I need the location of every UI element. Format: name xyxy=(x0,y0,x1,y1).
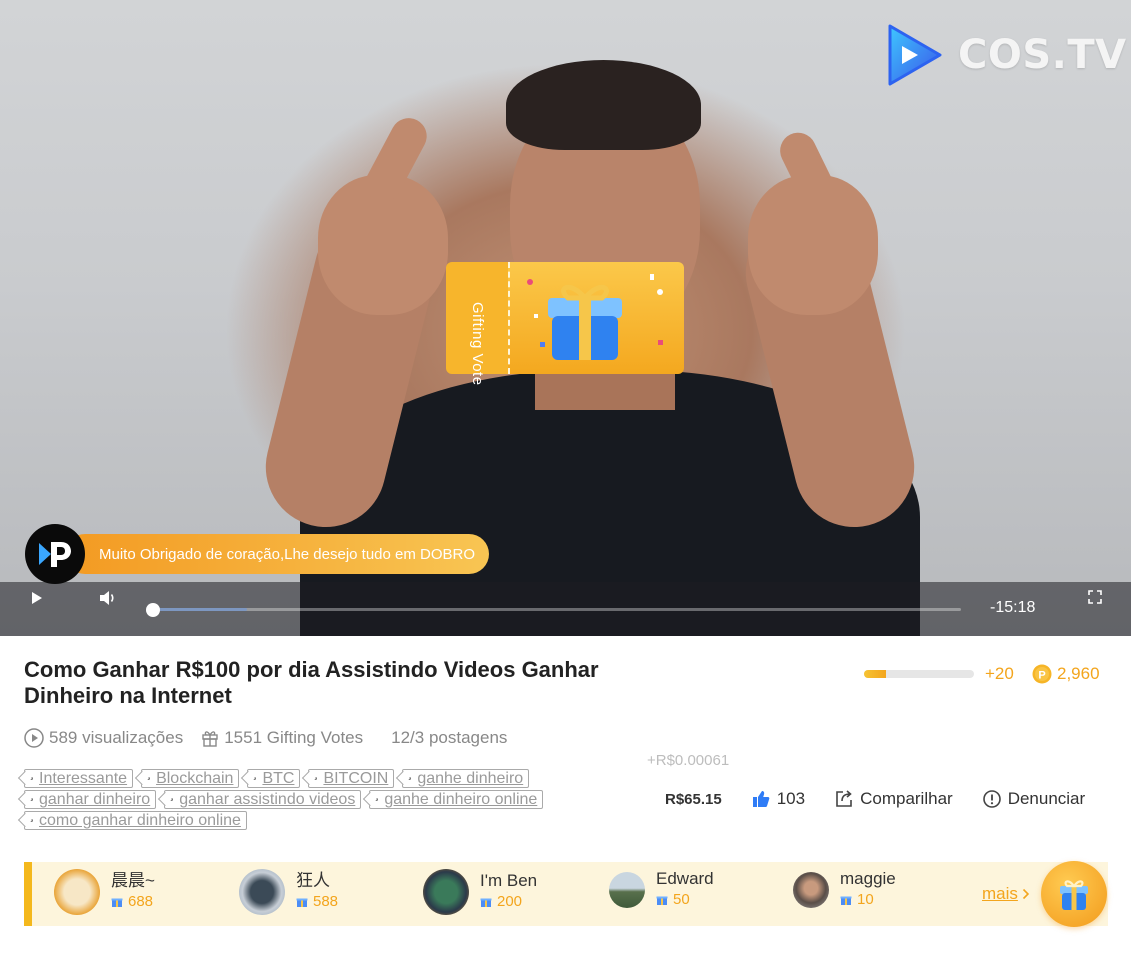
gifting-vote-ticket[interactable]: Gifting Vote xyxy=(446,262,684,386)
level-progress-fill xyxy=(864,670,886,678)
gifter-item[interactable]: Edward 50 xyxy=(609,869,714,911)
progress-handle[interactable] xyxy=(146,603,160,617)
fullscreen-icon[interactable] xyxy=(1088,590,1102,604)
svg-text:P: P xyxy=(1038,670,1045,682)
notification-avatar xyxy=(25,524,85,584)
gifter-name: 晨晨~ xyxy=(111,871,155,890)
gifter-count: 10 xyxy=(857,891,874,908)
p-logo-icon xyxy=(39,542,71,567)
video-value: R$65.15 xyxy=(665,790,722,808)
small-gift-icon xyxy=(656,896,668,905)
gifter-item[interactable]: I'm Ben 200 xyxy=(423,869,537,915)
volume-icon[interactable] xyxy=(99,590,117,606)
earnings-amount: +R$0.00061 xyxy=(647,752,730,769)
avatar xyxy=(239,869,285,915)
like-button[interactable]: 103 xyxy=(752,789,805,809)
top-gifters-strip: 晨晨~ 688 狂人 588 I'm Ben 200 Edward 50 mag… xyxy=(24,862,1108,926)
small-gift-icon xyxy=(111,898,123,907)
points-plus: +20 xyxy=(985,664,1014,683)
share-label: Comparilhar xyxy=(860,789,953,808)
video-player[interactable]: COS.TV Gifting Vote Muito Obrigado de co… xyxy=(0,0,1131,636)
views-stat: 589 visualizações xyxy=(24,728,183,748)
progress-bar[interactable] xyxy=(146,603,961,617)
time-remaining: -15:18 xyxy=(990,599,1036,616)
player-controls: -15:18 xyxy=(0,582,1131,636)
coin-icon: P xyxy=(1032,664,1052,684)
gifter-count: 688 xyxy=(128,893,154,910)
play-circle-icon xyxy=(24,728,44,748)
tag[interactable]: BITCOIN xyxy=(308,769,395,788)
report-button[interactable]: Denunciar xyxy=(982,789,1086,809)
notification-message: Muito Obrigado de coração,Lhe desejo tud… xyxy=(65,534,490,574)
tag[interactable]: ganhe dinheiro xyxy=(402,769,530,788)
avatar xyxy=(609,872,645,908)
gifter-item[interactable]: 狂人 588 xyxy=(239,869,338,915)
video-actions: R$65.15 103 Comparilhar Denunciar xyxy=(665,789,1085,809)
play-icon[interactable] xyxy=(28,590,44,606)
gifter-item[interactable]: 晨晨~ 688 xyxy=(54,869,155,915)
tag[interactable]: ganhe dinheiro online xyxy=(369,790,544,809)
posted-date: 12/3 postagens xyxy=(391,728,508,747)
tag[interactable]: como ganhar dinheiro online xyxy=(24,811,247,830)
tag[interactable]: ganhar assistindo videos xyxy=(164,790,362,809)
tag[interactable]: Interessante xyxy=(24,769,134,788)
ticket-label: Gifting Vote xyxy=(469,302,486,386)
small-gift-icon xyxy=(480,898,492,907)
progress-buffered xyxy=(150,608,248,611)
gifting-votes-stat: 1551 Gifting Votes xyxy=(201,728,363,748)
gifter-name: I'm Ben xyxy=(480,871,538,890)
more-gifters-link[interactable]: mais xyxy=(982,884,1030,904)
brand-name: COS.TV xyxy=(958,32,1127,78)
brand-logo: COS.TV xyxy=(884,22,1127,88)
share-button[interactable]: Comparilhar xyxy=(835,789,953,809)
avatar xyxy=(423,869,469,915)
thumbs-up-icon xyxy=(752,791,770,807)
report-label: Denunciar xyxy=(1007,789,1086,808)
tag[interactable]: BTC xyxy=(247,769,301,788)
tag[interactable]: Blockchain xyxy=(141,769,240,788)
alert-circle-icon xyxy=(982,790,1001,808)
gift-icon xyxy=(202,731,218,747)
like-count: 103 xyxy=(776,789,806,808)
gift-notification: Muito Obrigado de coração,Lhe desejo tud… xyxy=(25,524,490,584)
small-gift-icon xyxy=(296,898,308,907)
tag-list: Interessante Blockchain BTC BITCOIN ganh… xyxy=(24,769,644,830)
tag[interactable]: ganhar dinheiro xyxy=(24,790,157,809)
gifter-count: 588 xyxy=(313,893,339,910)
gifter-name: Edward xyxy=(656,869,714,888)
gifter-count: 200 xyxy=(497,893,523,910)
gifter-count: 50 xyxy=(673,891,690,908)
gifter-item[interactable]: maggie 10 xyxy=(793,869,896,911)
video-title: Como Ganhar R$100 por dia Assistindo Vid… xyxy=(24,657,599,708)
gifter-name: 狂人 xyxy=(296,871,330,890)
send-gift-button[interactable] xyxy=(1041,861,1107,927)
video-stats: 589 visualizações 1551 Gifting Votes 12/… xyxy=(24,728,525,748)
share-icon xyxy=(836,790,852,807)
gifting-votes-count: 1551 Gifting Votes xyxy=(224,728,364,747)
chevron-right-icon xyxy=(1022,888,1030,900)
avatar xyxy=(793,872,829,908)
avatar xyxy=(54,869,100,915)
more-label: mais xyxy=(982,884,1018,903)
coin-balance: 2,960 xyxy=(1057,664,1100,683)
play-logo-icon xyxy=(888,24,942,86)
gifter-name: maggie xyxy=(840,869,896,888)
small-gift-icon xyxy=(840,896,852,905)
gift-box-icon xyxy=(527,274,663,360)
level-progress-bar xyxy=(864,670,974,678)
gift-box-icon xyxy=(1060,880,1088,910)
views-count: 589 visualizações xyxy=(49,728,184,747)
